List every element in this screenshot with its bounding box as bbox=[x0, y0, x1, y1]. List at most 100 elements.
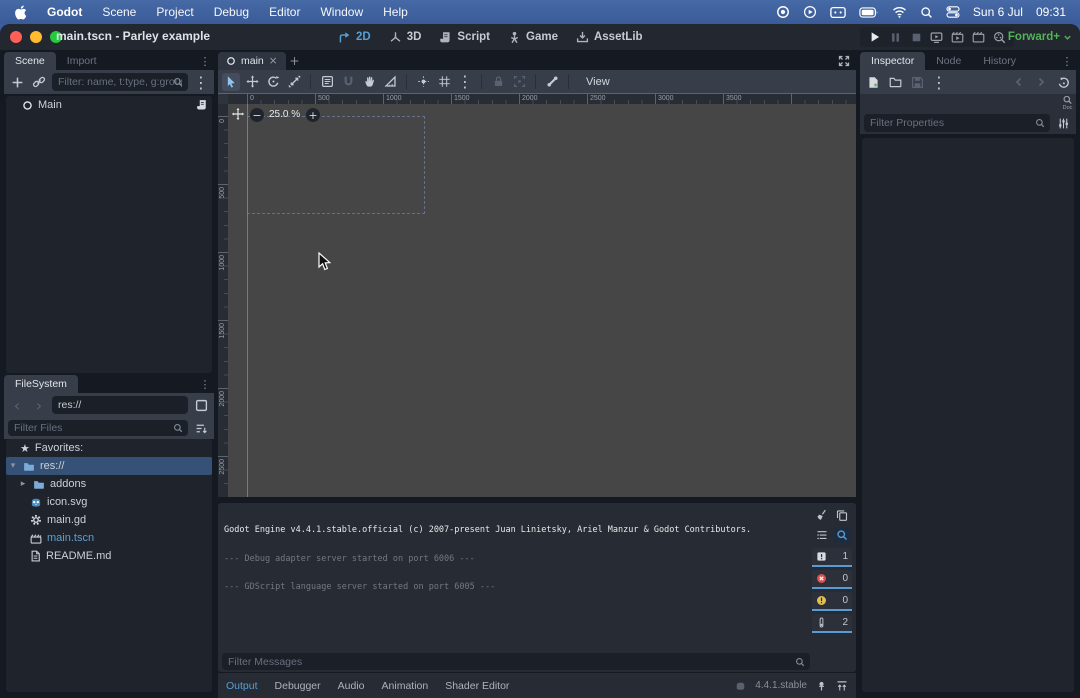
copy-output-icon[interactable] bbox=[834, 507, 850, 523]
nav-forward-icon[interactable]: › bbox=[30, 396, 48, 414]
filter-messages-toggle[interactable]: 1 bbox=[812, 548, 852, 567]
save-resource-icon[interactable] bbox=[908, 73, 926, 91]
tab-node[interactable]: Node bbox=[925, 52, 972, 70]
scene-filter-input[interactable] bbox=[52, 73, 188, 91]
spotlight-search-icon[interactable] bbox=[920, 6, 933, 19]
resource-options-icon[interactable]: ⋮ bbox=[930, 73, 948, 91]
menu-editor[interactable]: Editor bbox=[269, 5, 300, 19]
fs-row-main-gd[interactable]: main.gd bbox=[6, 511, 212, 529]
tab-2d[interactable]: 2D bbox=[338, 31, 371, 44]
menu-app-name[interactable]: Godot bbox=[47, 5, 82, 19]
expander-open-icon[interactable]: ▾ bbox=[8, 461, 18, 471]
inspector-dock-menu-icon[interactable]: ⋮ bbox=[1060, 54, 1074, 68]
bottom-tab-output[interactable]: Output bbox=[226, 680, 258, 692]
scene-tab-main[interactable]: main × bbox=[218, 52, 286, 70]
menu-window[interactable]: Window bbox=[320, 5, 363, 19]
filter-editor-toggle[interactable]: 2 bbox=[812, 614, 852, 633]
history-back-icon[interactable] bbox=[1010, 73, 1028, 91]
menu-scene[interactable]: Scene bbox=[102, 5, 136, 19]
grid-snap-button[interactable] bbox=[435, 73, 453, 91]
stage-manager-icon[interactable] bbox=[830, 6, 846, 19]
scale-mode-button[interactable] bbox=[285, 73, 303, 91]
filter-errors-toggle[interactable]: 0 bbox=[812, 570, 852, 589]
nav-back-icon[interactable]: ‹ bbox=[8, 396, 26, 414]
instance-scene-button[interactable] bbox=[30, 73, 48, 91]
bottom-tab-animation[interactable]: Animation bbox=[382, 680, 429, 692]
movie-maker-button[interactable] bbox=[992, 30, 1007, 45]
tab-history[interactable]: History bbox=[972, 52, 1027, 70]
current-path-input[interactable] bbox=[52, 396, 188, 414]
fs-row-main-tscn[interactable]: main.tscn bbox=[6, 529, 212, 547]
expander-closed-icon[interactable]: ▸ bbox=[18, 479, 28, 489]
pause-button[interactable] bbox=[888, 30, 903, 45]
select-mode-button[interactable] bbox=[222, 73, 240, 91]
snap-magnet-button[interactable] bbox=[339, 73, 357, 91]
ruler-mode-button[interactable] bbox=[381, 73, 399, 91]
group-selected-button[interactable] bbox=[510, 73, 528, 91]
attached-script-icon[interactable] bbox=[196, 99, 208, 111]
skeleton-options-button[interactable] bbox=[543, 73, 561, 91]
fs-row-icon-svg[interactable]: icon.svg bbox=[6, 493, 212, 511]
new-scene-tab-icon[interactable]: + bbox=[286, 52, 304, 70]
tab-script[interactable]: Script bbox=[439, 31, 490, 44]
canvas-2d-viewport[interactable]: 0 500 1000 1500 2000 2500 3000 3500 0 50… bbox=[218, 93, 856, 497]
filter-messages-input[interactable] bbox=[222, 653, 810, 670]
filesystem-dock-menu-icon[interactable]: ⋮ bbox=[198, 377, 212, 391]
screen-recording-icon[interactable] bbox=[776, 5, 790, 19]
lock-selected-button[interactable] bbox=[489, 73, 507, 91]
search-log-icon[interactable] bbox=[834, 527, 850, 543]
tab-import-dock[interactable]: Import bbox=[56, 52, 108, 70]
control-center-icon[interactable] bbox=[946, 6, 960, 18]
move-mode-button[interactable] bbox=[243, 73, 261, 91]
scene-node-main[interactable]: Main bbox=[6, 96, 212, 114]
bottom-tab-shader-editor[interactable]: Shader Editor bbox=[445, 680, 509, 692]
apple-icon[interactable] bbox=[14, 5, 27, 20]
load-resource-icon[interactable] bbox=[886, 73, 904, 91]
fs-row-readme[interactable]: README.md bbox=[6, 547, 212, 565]
canvas-field[interactable]: − 25.0 % + bbox=[228, 104, 856, 497]
play-remote-debug-button[interactable] bbox=[929, 30, 944, 45]
pin-bottom-panel-icon[interactable] bbox=[816, 680, 827, 692]
scene-tree-options-icon[interactable]: ⋮ bbox=[192, 73, 210, 91]
tab-3d[interactable]: 3D bbox=[389, 31, 422, 44]
new-resource-icon[interactable] bbox=[864, 73, 882, 91]
tab-scene-dock[interactable]: Scene bbox=[4, 52, 56, 70]
add-node-button[interactable] bbox=[8, 73, 26, 91]
bottom-tab-audio[interactable]: Audio bbox=[338, 680, 365, 692]
view-menu-button[interactable]: View bbox=[576, 76, 620, 88]
wifi-icon[interactable] bbox=[892, 6, 907, 18]
zoom-in-button[interactable]: + bbox=[306, 108, 320, 122]
play-scene-button[interactable] bbox=[950, 30, 965, 45]
favorites-header[interactable]: ★ Favorites: bbox=[6, 439, 212, 457]
rotate-mode-button[interactable] bbox=[264, 73, 282, 91]
close-window-button[interactable] bbox=[10, 31, 22, 43]
battery-icon[interactable] bbox=[859, 7, 879, 18]
tab-inspector[interactable]: Inspector bbox=[860, 52, 925, 70]
toggle-split-mode-icon[interactable] bbox=[192, 396, 210, 414]
file-sort-options-icon[interactable] bbox=[192, 419, 210, 437]
zoom-level-button[interactable]: 25.0 % bbox=[269, 109, 300, 120]
open-docs-icon[interactable]: Doc bbox=[1062, 95, 1073, 111]
menu-project[interactable]: Project bbox=[156, 5, 193, 19]
zoom-out-button[interactable]: − bbox=[250, 108, 264, 122]
menubar-date[interactable]: Sun 6 Jul bbox=[973, 5, 1023, 19]
play-button[interactable] bbox=[867, 30, 882, 45]
fs-row-addons[interactable]: ▸ addons bbox=[6, 475, 212, 493]
collapse-log-icon[interactable] bbox=[814, 527, 830, 543]
menubar-clock[interactable]: 09:31 bbox=[1036, 5, 1066, 19]
tab-assetlib[interactable]: AssetLib bbox=[576, 31, 643, 44]
tab-game[interactable]: Game bbox=[508, 31, 558, 44]
filter-warnings-toggle[interactable]: 0 bbox=[812, 592, 852, 611]
filter-files-input[interactable] bbox=[8, 420, 188, 436]
object-history-icon[interactable] bbox=[1054, 73, 1072, 91]
renderer-dropdown[interactable]: Forward+ bbox=[1008, 27, 1072, 47]
list-select-button[interactable] bbox=[318, 73, 336, 91]
snap-options-icon[interactable]: ⋮ bbox=[456, 73, 474, 91]
expand-viewport-icon[interactable] bbox=[838, 55, 850, 67]
smart-snap-button[interactable] bbox=[414, 73, 432, 91]
play-custom-scene-button[interactable] bbox=[971, 30, 986, 45]
history-forward-icon[interactable] bbox=[1032, 73, 1050, 91]
menu-debug[interactable]: Debug bbox=[214, 5, 249, 19]
menu-help[interactable]: Help bbox=[383, 5, 408, 19]
property-filter-options-icon[interactable] bbox=[1054, 114, 1072, 132]
